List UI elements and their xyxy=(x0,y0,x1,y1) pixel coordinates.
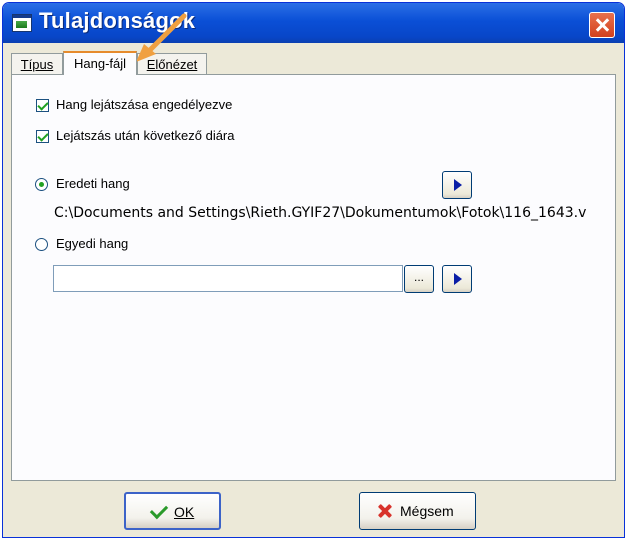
tab-hang-fajl[interactable]: Hang-fájl xyxy=(63,51,137,75)
cancel-button[interactable]: Mégsem xyxy=(359,492,476,530)
original-sound-path: C:\Documents and Settings\Rieth.GYIF27\D… xyxy=(54,205,587,221)
play-original-button[interactable] xyxy=(442,171,472,199)
next-slide-checkbox[interactable] xyxy=(36,130,49,143)
play-icon xyxy=(454,273,462,285)
tab-panel: Hang lejátszása engedélyezve Lejátszás u… xyxy=(11,74,616,481)
tab-label: Típus xyxy=(20,57,54,72)
tab-tipus[interactable]: Típus xyxy=(11,53,63,74)
close-icon[interactable] xyxy=(589,12,615,38)
title-bar[interactable]: Tulajdonságok xyxy=(3,3,624,43)
custom-sound-path-input[interactable] xyxy=(53,265,403,292)
properties-dialog: Tulajdonságok Típus Hang-fájl Előnézet H… xyxy=(2,2,625,538)
tab-label: Hang-fájl xyxy=(73,56,127,71)
play-custom-button[interactable] xyxy=(442,265,472,293)
ok-button[interactable]: OK xyxy=(124,492,221,530)
annotation-arrow-icon xyxy=(136,13,187,62)
play-enabled-checkbox[interactable] xyxy=(36,99,49,112)
custom-sound-label: Egyedi hang xyxy=(56,236,129,251)
ok-label: OK xyxy=(174,504,195,520)
play-enabled-label: Hang lejátszása engedélyezve xyxy=(56,97,233,112)
next-slide-label: Lejátszás után következő diára xyxy=(56,128,235,143)
original-sound-label: Eredeti hang xyxy=(56,176,130,191)
app-icon xyxy=(12,14,32,32)
play-icon xyxy=(454,179,462,191)
checkmark-icon xyxy=(149,500,169,520)
custom-sound-radio[interactable] xyxy=(35,238,48,251)
close-red-icon xyxy=(377,503,393,519)
browse-button[interactable]: ... xyxy=(404,265,434,293)
cancel-label: Mégsem xyxy=(400,503,454,519)
original-sound-radio[interactable] xyxy=(35,178,48,191)
